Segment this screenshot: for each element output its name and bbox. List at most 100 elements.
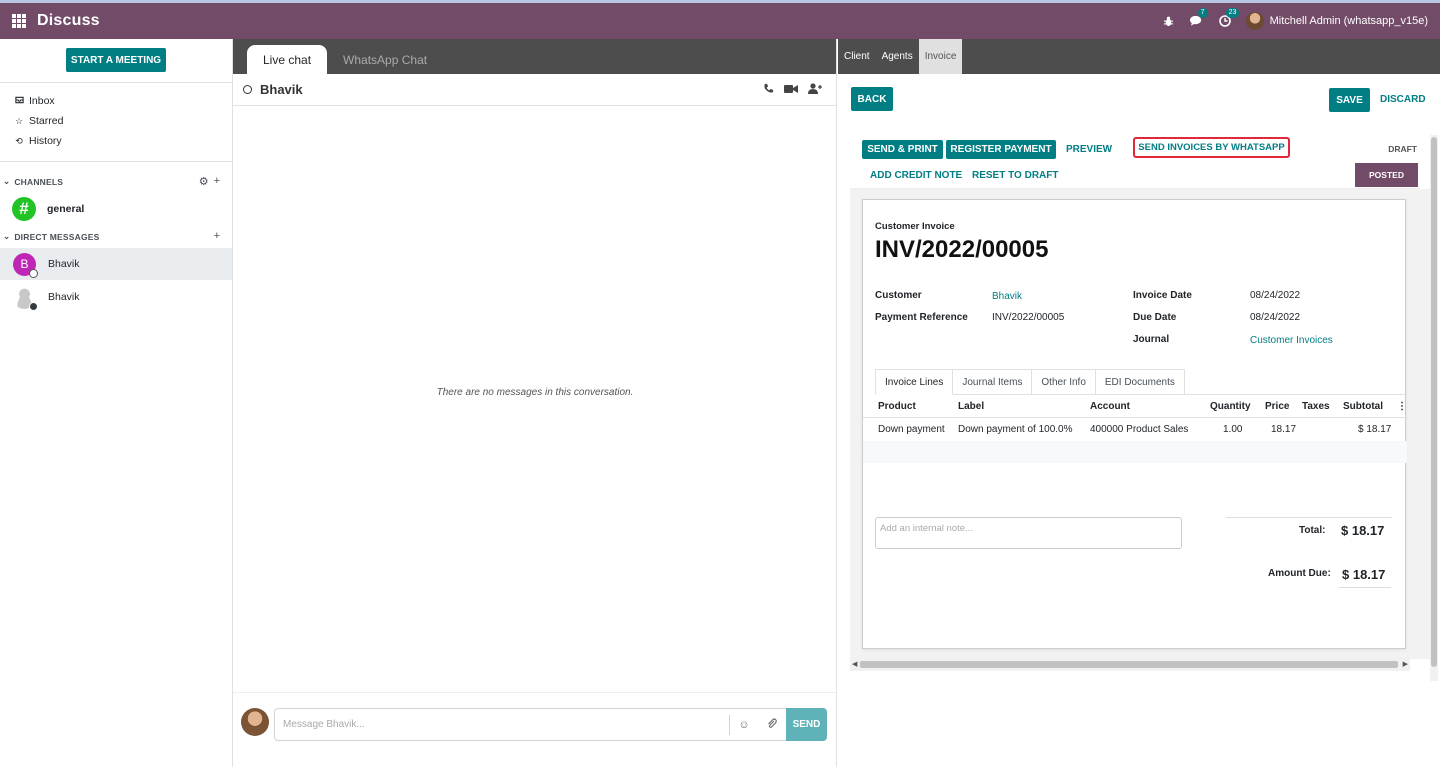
payment-reference-field[interactable]: INV/2022/00005 [992,312,1064,323]
tab-invoice[interactable]: Invoice [918,39,963,74]
total-value: $ 18.17 [1341,523,1385,538]
tab-journal-items[interactable]: Journal Items [952,369,1033,394]
column-header[interactable]: Subtotal [1343,401,1383,412]
back-button[interactable]: BACK [851,87,893,111]
sidebar-item-starred[interactable]: ☆ Starred [14,115,63,127]
status-draft[interactable]: DRAFT [1388,144,1417,154]
status-dot [29,301,38,311]
tab-other-info[interactable]: Other Info [1031,369,1096,394]
reset-to-draft-button[interactable]: RESET TO DRAFT [972,170,1058,181]
video-camera-icon[interactable] [784,83,798,97]
due-date-field[interactable]: 08/24/2022 [1250,312,1300,323]
column-header[interactable]: Taxes [1302,401,1330,412]
chat-icon[interactable]: 7 [1190,8,1208,28]
gear-icon[interactable]: ⚙ [199,175,209,188]
scroll-left-icon[interactable]: ◀ [852,660,857,668]
table-row[interactable]: Down payment Down payment of 100.0% 4000… [863,419,1407,441]
start-meeting-button[interactable]: START A MEETING [66,48,166,72]
tab-invoice-lines[interactable]: Invoice Lines [875,369,954,395]
add-credit-note-button[interactable]: ADD CREDIT NOTE [870,170,962,181]
sidebar-divider [0,161,233,162]
amount-due-label: Amount Due: [1268,568,1331,579]
column-header[interactable]: Price [1265,401,1289,412]
dm-name: Bhavik [48,258,80,270]
avatar: B [13,252,38,278]
empty-conversation-text: There are no messages in this conversati… [436,387,634,398]
vertical-scrollbar[interactable] [1430,135,1438,681]
invoice-action-bar: SEND & PRINT REGISTER PAYMENT PREVIEW SE… [850,136,1420,189]
tab-client[interactable]: Client [838,39,876,74]
column-header[interactable]: Account [1090,401,1130,412]
journal-label: Journal [1133,334,1170,345]
tab-whatsapp-chat[interactable]: WhatsApp Chat [327,45,443,74]
activity-icon[interactable]: 23 [1218,8,1240,28]
sidebar-item-history[interactable]: ⟲ History [14,135,61,147]
status-posted[interactable]: POSTED [1355,163,1418,187]
star-icon: ☆ [14,115,24,126]
add-channel-icon[interactable]: + [214,175,220,188]
send-button[interactable]: SEND [786,708,827,741]
invoice-panel: Client Agents Invoice BACK SAVE DISCARD … [838,39,1440,767]
more-options-icon[interactable]: ⋮ [1397,401,1407,412]
totals-divider [1226,517,1392,518]
message-input[interactable]: Message Bhavik... ☺ [274,708,787,741]
column-header[interactable]: Quantity [1210,401,1251,412]
sidebar-item-general[interactable]: # general [12,197,84,221]
emoji-icon[interactable]: ☺ [730,719,758,731]
tab-edi-documents[interactable]: EDI Documents [1094,369,1185,394]
add-user-icon[interactable] [808,83,822,97]
channels-category[interactable]: ⌄ CHANNELS [3,176,63,187]
invoice-sheet: Customer Invoice INV/2022/00005 Customer… [862,199,1407,649]
customer-field[interactable]: Bhavik [992,291,1022,302]
user-avatar [1245,12,1264,30]
message-placeholder: Message Bhavik... [283,719,365,730]
scroll-right-icon[interactable]: ▶ [1403,660,1408,668]
invoice-number: INV/2022/00005 [875,236,1049,263]
top-navbar: Discuss 7 23 Mitchell Admin (whatsapp_v1… [0,0,1440,39]
internal-note-field[interactable]: Add an internal note... [875,517,1182,549]
app-title[interactable]: Discuss [37,12,100,30]
dm-item-bhavik[interactable]: Bhavik [0,281,232,313]
send-print-button[interactable]: SEND & PRINT [862,140,943,159]
send-invoices-whatsapp-button[interactable]: SEND INVOICES BY WHATSAPP [1133,137,1290,158]
save-button[interactable]: SAVE [1329,88,1370,112]
status-icon [243,85,252,94]
cell-product: Down payment [878,424,945,435]
tab-agents[interactable]: Agents [876,39,919,74]
sidebar-item-inbox[interactable]: Inbox [14,95,55,107]
user-menu[interactable]: Mitchell Admin (whatsapp_v15e) [1245,12,1428,30]
column-header[interactable]: Label [958,401,984,412]
note-placeholder: Add an internal note... [880,523,973,534]
chat-title: Bhavik [260,82,303,97]
invoice-date-field[interactable]: 08/24/2022 [1250,290,1300,301]
column-header[interactable]: Product [878,401,916,412]
app-menu-icon[interactable] [12,14,26,28]
direct-messages-category[interactable]: ⌄ DIRECT MESSAGES [3,231,100,242]
sidebar-divider [0,82,233,83]
bug-icon[interactable] [1162,14,1176,28]
chevron-down-icon: ⌄ [3,231,11,241]
dm-item-bhavik[interactable]: B Bhavik [0,248,232,280]
status-dot [29,268,38,278]
preview-button[interactable]: PREVIEW [1066,144,1112,155]
register-payment-button[interactable]: REGISTER PAYMENT [946,140,1056,159]
tab-live-chat[interactable]: Live chat [247,45,328,74]
phone-icon[interactable] [763,83,774,97]
history-icon: ⟲ [15,135,23,146]
chat-panel: Live chat WhatsApp Chat Bhavik There are… [233,39,837,767]
payment-reference-label: Payment Reference [875,312,968,323]
journal-field[interactable]: Customer Invoices [1250,335,1333,346]
cell-account: 400000 Product Sales [1090,424,1189,435]
channels-header: CHANNELS [14,176,64,187]
paperclip-icon[interactable] [758,717,786,732]
cell-subtotal: $ 18.17 [1358,424,1392,435]
cell-label: Down payment of 100.0% [958,424,1073,435]
composer: Message Bhavik... ☺ SEND [233,692,837,767]
chat-badge: 7 [1197,8,1208,18]
horizontal-scrollbar[interactable]: ◀ ▶ [850,657,1410,671]
discard-button[interactable]: DISCARD [1380,94,1426,105]
chevron-down-icon: ⌄ [3,176,11,186]
lines-table-header: Product Label Account Quantity Price Tax… [863,396,1407,418]
empty-row [863,441,1407,463]
add-dm-icon[interactable]: + [214,230,220,242]
